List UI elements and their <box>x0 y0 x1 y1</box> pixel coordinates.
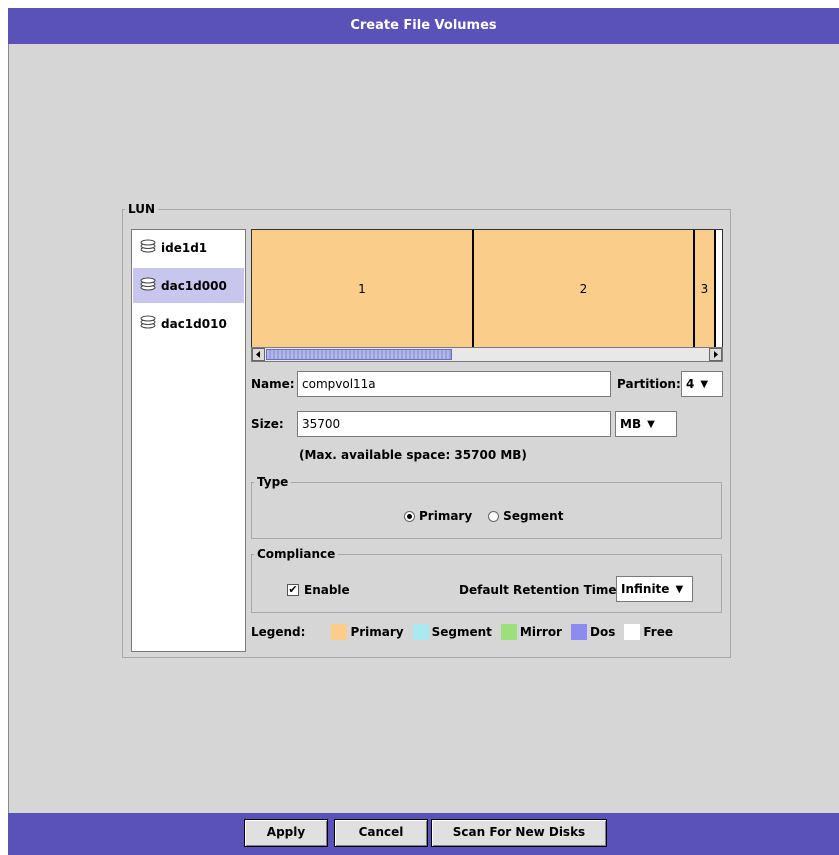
scroll-right-button[interactable] <box>709 348 722 361</box>
partition-segment-2[interactable]: 2 <box>474 230 695 347</box>
name-input[interactable] <box>297 371 611 397</box>
legend-primary-label: Primary <box>350 625 404 639</box>
legend-dos-label: Dos <box>589 625 616 639</box>
scrollbar-thumb[interactable] <box>266 349 452 360</box>
lun-item-dac1d000[interactable]: dac1d000 <box>133 268 244 303</box>
max-space-text: (Max. available space: 35700 MB) <box>299 448 527 462</box>
legend-swatch-dos <box>570 624 587 640</box>
legend: Legend: Primary Segment Mirror Dos Free <box>251 624 673 640</box>
type-options: Primary Segment <box>404 509 563 523</box>
apply-button[interactable]: Apply <box>244 819 328 847</box>
window-title: Create File Volumes <box>8 8 839 44</box>
size-label: Size: <box>251 417 284 431</box>
enable-option: ✔ Enable <box>287 583 350 597</box>
lun-item-label: dac1d010 <box>161 316 227 331</box>
scroll-left-button[interactable] <box>252 348 265 361</box>
legend-mirror-label: Mirror <box>519 625 562 639</box>
legend-swatch-free <box>624 624 641 640</box>
lun-item-label: ide1d1 <box>161 240 208 255</box>
type-group: Type <box>251 475 722 539</box>
chevron-down-icon: ▼ <box>700 378 709 390</box>
chevron-down-icon: ▼ <box>675 583 684 595</box>
disk-stack-icon <box>139 276 157 295</box>
name-label: Name: <box>251 377 295 391</box>
partition-select-value: 4 <box>686 377 695 391</box>
lun-item-ide1d1[interactable]: ide1d1 <box>133 230 244 265</box>
partition-segment-label: 1 <box>358 281 366 296</box>
partition-map: 1 2 3 <box>251 229 723 350</box>
scan-new-disks-button[interactable]: Scan For New Disks <box>431 819 607 847</box>
compliance-group-label: Compliance <box>257 547 336 561</box>
partition-segment-label: 3 <box>700 281 709 296</box>
retention-select[interactable]: Infinite ▼ <box>616 576 693 602</box>
type-group-label: Type <box>257 475 289 489</box>
size-input[interactable] <box>297 411 611 437</box>
legend-swatch-mirror <box>500 624 517 640</box>
enable-checkbox[interactable]: ✔ <box>287 584 299 596</box>
legend-swatch-primary <box>331 624 348 640</box>
enable-label[interactable]: Enable <box>304 583 350 597</box>
size-unit-value: MB <box>620 417 642 431</box>
lun-item-dac1d010[interactable]: dac1d010 <box>133 306 244 341</box>
lun-group-label: LUN <box>128 202 156 216</box>
lun-list: ide1d1 dac1d000 dac1d010 <box>131 229 246 652</box>
partition-segment-1[interactable]: 1 <box>252 230 474 347</box>
disk-stack-icon <box>139 238 157 257</box>
type-primary-label[interactable]: Primary <box>419 509 472 523</box>
button-bar: Apply Cancel Scan For New Disks <box>8 813 839 855</box>
legend-segment-label: Segment <box>431 625 492 639</box>
partition-select[interactable]: 4 ▼ <box>681 371 723 397</box>
legend-label: Legend: <box>251 625 306 639</box>
cancel-button[interactable]: Cancel <box>334 819 428 847</box>
retention-select-value: Infinite <box>621 582 670 596</box>
arrow-left-icon <box>256 351 260 358</box>
chevron-down-icon: ▼ <box>647 418 655 430</box>
partition-segment-3[interactable]: 3 <box>695 230 716 347</box>
lun-item-label: dac1d000 <box>161 278 227 293</box>
size-unit-select[interactable]: MB ▼ <box>615 411 677 437</box>
partition-segment-label: 2 <box>579 281 588 296</box>
retention-label: Default Retention Time <box>459 583 617 597</box>
type-primary-radio[interactable] <box>404 510 415 522</box>
partition-scrollbar[interactable] <box>251 347 723 362</box>
legend-free-label: Free <box>643 625 673 639</box>
arrow-right-icon <box>714 351 718 358</box>
partition-label: Partition: <box>617 377 681 391</box>
type-segment-radio[interactable] <box>488 510 500 522</box>
disk-stack-icon <box>139 314 157 333</box>
type-segment-label[interactable]: Segment <box>503 509 563 523</box>
legend-swatch-segment <box>412 624 429 640</box>
